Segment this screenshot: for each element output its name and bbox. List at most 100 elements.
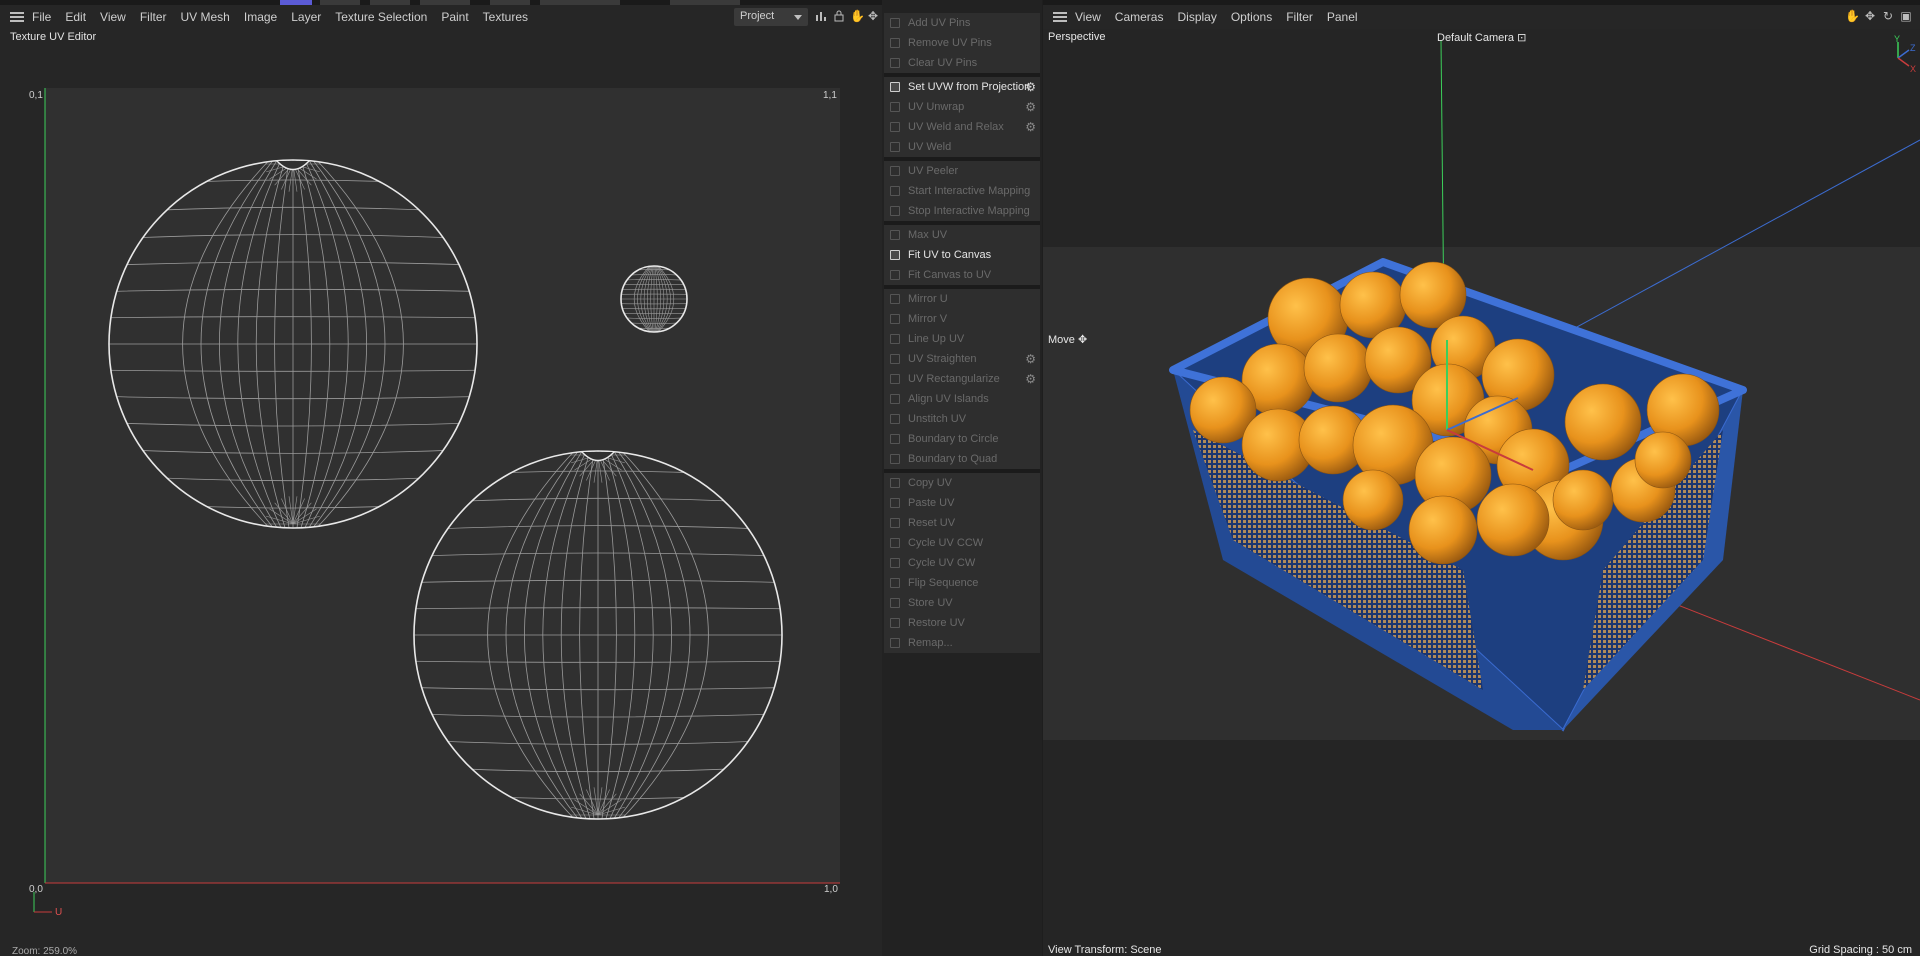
stop-interactive-mapping-icon <box>890 206 900 216</box>
gear-icon[interactable]: ⚙ <box>1025 369 1036 389</box>
camera-name: Default Camera <box>1437 32 1515 44</box>
cmd-boundary-to-circle[interactable]: Boundary to Circle <box>884 429 1040 449</box>
cmd-label: UV Rectangularize <box>908 373 1000 385</box>
cmd-boundary-to-quad[interactable]: Boundary to Quad <box>884 449 1040 469</box>
cmd-label: Unstitch UV <box>908 413 967 425</box>
hand-icon[interactable]: ✋ <box>1845 9 1860 23</box>
align-uv-islands-icon <box>890 394 900 404</box>
cmd-uv-rectangularize[interactable]: UV Rectangularize ⚙ <box>884 369 1040 389</box>
viewport-name[interactable]: Perspective <box>1048 31 1105 43</box>
cmd-label: Cycle UV CW <box>908 557 976 569</box>
cmd-label: UV Weld <box>908 141 952 153</box>
cmd-uv-weld[interactable]: UV Weld <box>884 137 1040 157</box>
cmd-set-uvw-from-projection[interactable]: Set UVW from Projection ⚙ <box>884 77 1040 97</box>
cmd-label: Flip Sequence <box>908 577 979 589</box>
copy-uv-icon <box>890 478 900 488</box>
vp-menu-view[interactable]: View <box>1075 10 1101 24</box>
cmd-store-uv[interactable]: Store UV <box>884 593 1040 613</box>
maximize-icon[interactable]: ▣ <box>1899 9 1913 23</box>
vp-menu-display[interactable]: Display <box>1177 10 1216 24</box>
cmd-label: Fit Canvas to UV <box>908 269 992 281</box>
vp-menu-filter[interactable]: Filter <box>1286 10 1313 24</box>
cmd-uv-straighten[interactable]: UV Straighten ⚙ <box>884 349 1040 369</box>
cmd-reset-uv[interactable]: Reset UV <box>884 513 1040 533</box>
cmd-label: Stop Interactive Mapping <box>908 205 1030 217</box>
tool-label: Move ✥ <box>1048 333 1087 346</box>
move-tool-icon: ✥ <box>1077 334 1088 346</box>
uv-corner-bottom-left: 0,0 <box>29 884 43 895</box>
cmd-label: Boundary to Quad <box>908 453 998 465</box>
cmd-remap[interactable]: Remap... <box>884 633 1040 653</box>
gizmo-x-label: X <box>1910 64 1916 74</box>
cmd-label: Align UV Islands <box>908 393 989 405</box>
uv-commands-panel: Add UV Pins Remove UV Pins Clear UV Pins Se… <box>882 0 1042 956</box>
remap-icon <box>890 638 900 648</box>
rotate-icon[interactable]: ↻ <box>1881 9 1895 23</box>
cmd-flip-sequence[interactable]: Flip Sequence <box>884 573 1040 593</box>
reset-uv-icon <box>890 518 900 528</box>
cmd-label: Fit UV to Canvas <box>908 249 992 261</box>
cmd-align-uv-islands[interactable]: Align UV Islands <box>884 389 1040 409</box>
cmd-restore-uv[interactable]: Restore UV <box>884 613 1040 633</box>
cycle-uv-cw-icon <box>890 558 900 568</box>
paste-uv-icon <box>890 498 900 508</box>
cmd-uv-weld-and-relax[interactable]: UV Weld and Relax ⚙ <box>884 117 1040 137</box>
cmd-copy-uv[interactable]: Copy UV <box>884 473 1040 493</box>
viewport-scene[interactable]: Y Z X <box>1043 0 1920 956</box>
cmd-label: Start Interactive Mapping <box>908 185 1031 197</box>
uv-weld-and-relax-icon <box>890 122 900 132</box>
cmd-paste-uv[interactable]: Paste UV <box>884 493 1040 513</box>
cmd-label: Copy UV <box>908 477 953 489</box>
cmd-max-uv[interactable]: Max UV <box>884 225 1040 245</box>
mirror-u-icon <box>890 294 900 304</box>
hamburger-menu-icon[interactable] <box>1053 12 1067 22</box>
uv-commands-list: Add UV Pins Remove UV Pins Clear UV Pins Se… <box>884 13 1040 653</box>
uv-editor-panel: File Edit View Filter UV Mesh Image Laye… <box>0 0 882 956</box>
cmd-cycle-uv-ccw[interactable]: Cycle UV CCW <box>884 533 1040 553</box>
clear-uv-pins-icon <box>890 58 900 68</box>
vp-menu-cameras[interactable]: Cameras <box>1115 10 1164 24</box>
gear-icon[interactable]: ⚙ <box>1025 117 1036 137</box>
cmd-clear-uv-pins[interactable]: Clear UV Pins <box>884 53 1040 73</box>
cmd-stop-interactive-mapping[interactable]: Stop Interactive Mapping <box>884 201 1040 221</box>
uv-weld-icon <box>890 142 900 152</box>
cmd-start-interactive-mapping[interactable]: Start Interactive Mapping <box>884 181 1040 201</box>
start-interactive-mapping-icon <box>890 186 900 196</box>
vp-menu-panel[interactable]: Panel <box>1327 10 1358 24</box>
cmd-fit-uv-to-canvas[interactable]: Fit UV to Canvas <box>884 245 1040 265</box>
cmd-fit-canvas-to-uv[interactable]: Fit Canvas to UV <box>884 265 1040 285</box>
uv-peeler-icon <box>890 166 900 176</box>
camera-label[interactable]: Default Camera ⊡ <box>1437 31 1526 44</box>
uv-straighten-icon <box>890 354 900 364</box>
boundary-to-quad-icon <box>890 454 900 464</box>
uv-axes <box>33 88 840 913</box>
cmd-uv-unwrap[interactable]: UV Unwrap ⚙ <box>884 97 1040 117</box>
restore-uv-icon <box>890 618 900 628</box>
cmd-mirror-v[interactable]: Mirror V <box>884 309 1040 329</box>
cmd-cycle-uv-cw[interactable]: Cycle UV CW <box>884 553 1040 573</box>
fit-uv-to-canvas-icon <box>890 250 900 260</box>
move-icon[interactable]: ✥ <box>1863 9 1877 23</box>
gear-icon[interactable]: ⚙ <box>1025 349 1036 369</box>
cmd-mirror-u[interactable]: Mirror U <box>884 289 1040 309</box>
cmd-remove-uv-pins[interactable]: Remove UV Pins <box>884 33 1040 53</box>
cmd-label: Store UV <box>908 597 953 609</box>
store-uv-icon <box>890 598 900 608</box>
cmd-add-uv-pins[interactable]: Add UV Pins <box>884 13 1040 33</box>
cmd-label: Set UVW from Projection <box>908 81 1031 93</box>
cmd-line-up-uv[interactable]: Line Up UV <box>884 329 1040 349</box>
cmd-label: Remap... <box>908 637 953 649</box>
viewport-panel[interactable]: Y Z X View Cameras Display Options Filte… <box>1043 0 1920 956</box>
cmd-label: Remove UV Pins <box>908 37 992 49</box>
gear-icon[interactable]: ⚙ <box>1025 97 1036 117</box>
max-uv-icon <box>890 230 900 240</box>
cmd-unstitch-uv[interactable]: Unstitch UV <box>884 409 1040 429</box>
remove-uv-pins-icon <box>890 38 900 48</box>
cmd-label: UV Peeler <box>908 165 959 177</box>
gear-icon[interactable]: ⚙ <box>1025 77 1036 97</box>
vp-menu-options[interactable]: Options <box>1231 10 1272 24</box>
cmd-uv-peeler[interactable]: UV Peeler <box>884 161 1040 181</box>
cmd-label: UV Unwrap <box>908 101 965 113</box>
cmd-label: Reset UV <box>908 517 956 529</box>
cycle-uv-ccw-icon <box>890 538 900 548</box>
